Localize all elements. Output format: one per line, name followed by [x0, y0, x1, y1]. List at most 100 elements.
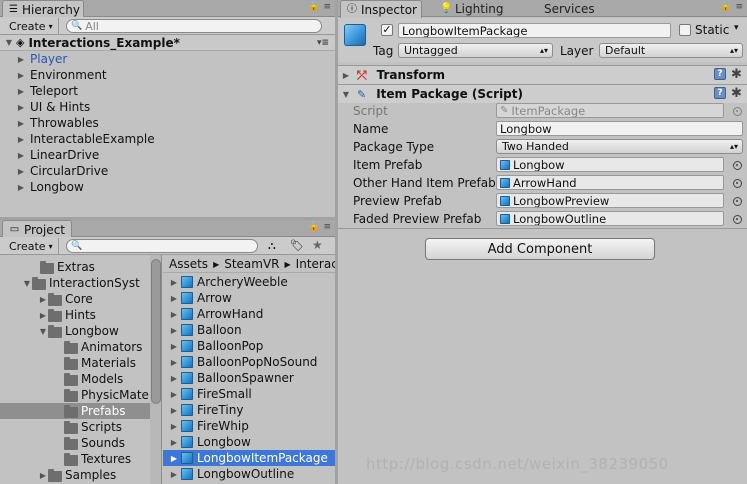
asset-item[interactable]: ▶ ArcheryWeeble	[163, 274, 335, 290]
hierarchy-item[interactable]: ▶ UI & Hints	[0, 99, 335, 115]
folder-tree-item[interactable]: ▼ InteractionSyst	[0, 275, 150, 291]
expand-arrow-icon[interactable]: ▶	[169, 326, 179, 335]
hierarchy-item[interactable]: ▶ LinearDrive	[0, 147, 335, 163]
package-type-dropdown[interactable]: Two Handed ▴▾	[496, 139, 743, 154]
scene-menu-icon[interactable]: ▾≡	[317, 38, 329, 48]
expand-arrow-icon[interactable]: ▼	[38, 327, 48, 336]
asset-item[interactable]: ▶ BalloonPopNoSound	[163, 354, 335, 370]
hierarchy-item[interactable]: ▶ Player	[0, 51, 335, 67]
static-checkbox[interactable]	[679, 24, 691, 36]
expand-arrow-icon[interactable]: ▶	[38, 311, 48, 320]
breadcrumb-item[interactable]: Interac	[296, 257, 335, 271]
expand-arrow-icon[interactable]: ▶	[38, 471, 48, 480]
expand-arrow-icon[interactable]: ▼	[4, 38, 14, 47]
asset-item[interactable]: ▶ ArrowHand	[163, 306, 335, 322]
expand-arrow-icon[interactable]: ▶	[169, 374, 179, 383]
tab-lighting[interactable]: 💡 Lighting	[434, 0, 510, 17]
folder-tree-item[interactable]: ▶ Samples	[0, 467, 150, 483]
folder-tree-item[interactable]: PhysicMate	[0, 387, 150, 403]
folder-tree-item[interactable]: Textures	[0, 451, 150, 467]
expand-arrow-icon[interactable]: ▶	[38, 295, 48, 304]
expand-arrow-icon[interactable]: ▶	[341, 71, 351, 80]
folder-tree-item[interactable]: ▶ Hints	[0, 307, 150, 323]
expand-arrow-icon[interactable]: ▶	[16, 183, 26, 192]
hierarchy-item[interactable]: ▶ Throwables	[0, 115, 335, 131]
tab-hierarchy[interactable]: ☰ Hierarchy	[2, 0, 84, 18]
gear-icon[interactable]: ✱	[731, 87, 742, 100]
help-book-icon[interactable]: ?	[714, 68, 726, 80]
panel-menu-icon[interactable]: ≡	[323, 222, 331, 232]
transform-component-header[interactable]: ▶ ⤱ Transform ? ✱	[338, 65, 747, 84]
folder-tree-item[interactable]: Sounds	[0, 435, 150, 451]
hierarchy-item[interactable]: ▶ CircularDrive	[0, 163, 335, 179]
tree-scrollbar[interactable]	[150, 255, 161, 484]
tree-scrollbar-thumb[interactable]	[151, 259, 161, 404]
object-field[interactable]: LongbowPreview	[496, 193, 724, 208]
expand-arrow-icon[interactable]: ▶	[169, 454, 179, 463]
hierarchy-search-input[interactable]: 🔍 All	[66, 19, 322, 33]
help-book-icon[interactable]: ?	[714, 87, 726, 99]
folder-tree-item[interactable]: Materials	[0, 355, 150, 371]
lock-icon[interactable]: 🔒	[308, 222, 319, 232]
expand-arrow-icon[interactable]: ▶	[16, 103, 26, 112]
folder-tree-item[interactable]: Scripts	[0, 419, 150, 435]
expand-arrow-icon[interactable]: ▶	[169, 406, 179, 415]
tab-services[interactable]: Services	[538, 0, 601, 17]
object-picker-icon[interactable]	[733, 107, 742, 116]
hierarchy-item[interactable]: ▶ Longbow	[0, 179, 335, 195]
scene-row[interactable]: ▼ ◈ Interactions_Example* ▾≡	[0, 35, 335, 51]
asset-item[interactable]: ▶ FireWhip	[163, 418, 335, 434]
add-component-button[interactable]: Add Component	[425, 238, 655, 260]
filter-by-label-icon[interactable]: 🏷	[290, 239, 304, 252]
panel-menu-icon[interactable]: ≡	[323, 2, 331, 12]
breadcrumb-item[interactable]: SteamVR	[224, 257, 279, 271]
object-picker-icon[interactable]	[733, 179, 742, 188]
name-field[interactable]: Longbow	[496, 121, 743, 136]
expand-arrow-icon[interactable]: ▶	[169, 278, 179, 287]
object-field[interactable]: Longbow	[496, 157, 724, 172]
asset-item[interactable]: ▶ BalloonPop	[163, 338, 335, 354]
expand-arrow-icon[interactable]: ▶	[16, 71, 26, 80]
expand-arrow-icon[interactable]: ▶	[16, 135, 26, 144]
expand-arrow-icon[interactable]: ▶	[169, 422, 179, 431]
expand-arrow-icon[interactable]: ▶	[169, 342, 179, 351]
object-field[interactable]: ArrowHand	[496, 175, 724, 190]
asset-item[interactable]: ▶ Longbow	[163, 434, 335, 450]
folder-tree-item[interactable]: Extras	[0, 259, 150, 275]
hierarchy-item[interactable]: ▶ InteractableExample	[0, 131, 335, 147]
gear-icon[interactable]: ✱	[731, 68, 742, 81]
expand-arrow-icon[interactable]: ▶	[169, 294, 179, 303]
folder-tree-item[interactable]: Prefabs	[0, 403, 150, 419]
hierarchy-item[interactable]: ▶ Teleport	[0, 83, 335, 99]
asset-item[interactable]: ▶ LongbowItemPackage	[163, 450, 335, 466]
hierarchy-item[interactable]: ▶ Environment	[0, 67, 335, 83]
tab-inspector[interactable]: ⓘ Inspector	[340, 0, 422, 18]
folder-tree-item[interactable]: Models	[0, 371, 150, 387]
favorite-star-icon[interactable]: ★	[312, 238, 323, 252]
project-search-input[interactable]: 🔍	[66, 239, 258, 253]
expand-arrow-icon[interactable]: ▶	[169, 310, 179, 319]
expand-arrow-icon[interactable]: ▶	[169, 438, 179, 447]
lock-icon[interactable]: 🔒	[720, 2, 731, 12]
expand-arrow-icon[interactable]: ▶	[16, 119, 26, 128]
expand-arrow-icon[interactable]: ▼	[22, 279, 32, 288]
folder-tree-item[interactable]: ▼ Longbow	[0, 323, 150, 339]
asset-item[interactable]: ▶ Balloon	[163, 322, 335, 338]
layer-dropdown[interactable]: Default ▴▾	[599, 43, 743, 58]
panel-menu-icon[interactable]: ≡	[735, 2, 743, 12]
folder-tree-item[interactable]: ▶ Core	[0, 291, 150, 307]
object-picker-icon[interactable]	[733, 197, 742, 206]
expand-arrow-icon[interactable]: ▼	[341, 90, 351, 99]
hierarchy-create-button[interactable]: Create ▾	[4, 18, 59, 34]
lock-icon[interactable]: 🔒	[308, 2, 319, 12]
object-picker-icon[interactable]	[733, 161, 742, 170]
expand-arrow-icon[interactable]: ▶	[16, 87, 26, 96]
filter-by-type-icon[interactable]: ⛬	[268, 239, 276, 253]
asset-item[interactable]: ▶ BalloonSpawner	[163, 370, 335, 386]
expand-arrow-icon[interactable]: ▶	[16, 151, 26, 160]
expand-arrow-icon[interactable]: ▶	[169, 358, 179, 367]
asset-item[interactable]: ▶ FireTiny	[163, 402, 335, 418]
expand-arrow-icon[interactable]: ▶	[16, 167, 26, 176]
expand-arrow-icon[interactable]: ▶	[16, 55, 26, 64]
static-dropdown-icon[interactable]: ▾	[734, 23, 739, 33]
